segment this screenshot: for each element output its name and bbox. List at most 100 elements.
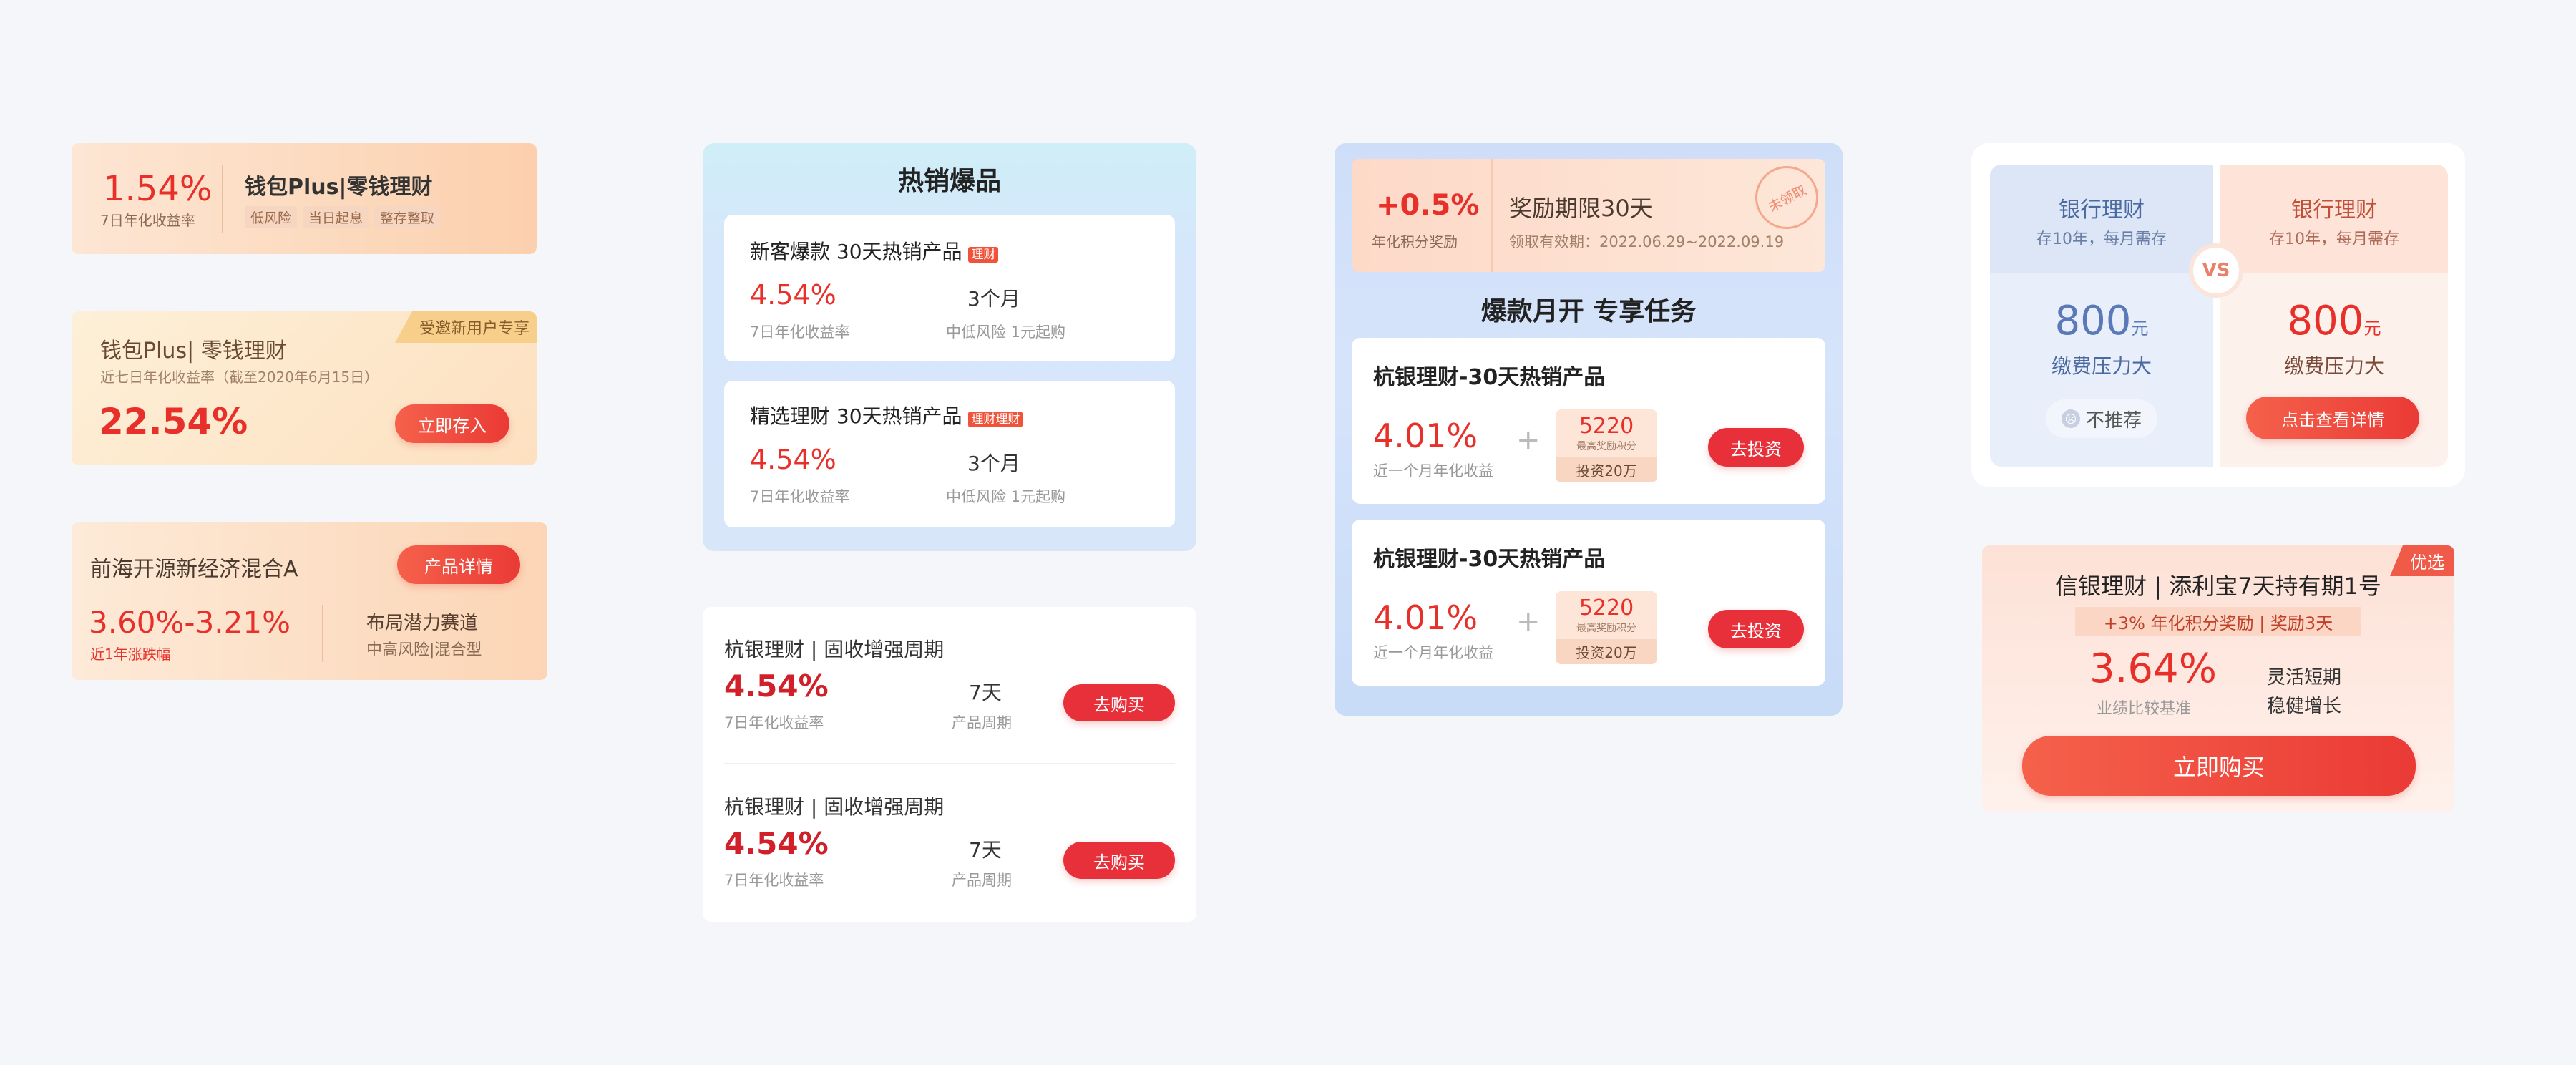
term-label: 产品周期	[952, 714, 1012, 731]
item-name: 杭银理财 | 固收增强周期	[724, 795, 945, 819]
term-label: 产品周期	[952, 872, 1012, 889]
points-value: 5220	[1579, 595, 1634, 621]
left-sub: 存10年，每月需存	[2036, 230, 2167, 248]
buy-now-button[interactable]: 立即购买	[2022, 736, 2416, 796]
rate-label: 7日年化收益率	[750, 324, 850, 341]
rate-label: 近1年涨跌幅	[90, 646, 171, 663]
compare-right[interactable]: 银行理财 存10年，每月需存 800元 缴费压力大 点击查看详情	[2220, 165, 2448, 467]
item-name: 杭银理财-30天热销产品	[1373, 547, 1606, 572]
term: 7天	[969, 838, 1002, 862]
item-name: 杭银理财 | 固收增强周期	[724, 638, 945, 661]
reward-banner[interactable]: +0.5% 年化积分奖励 奖励期限30天 领取有效期：2022.06.29~20…	[1352, 159, 1825, 272]
invest-amount: 投资20万	[1556, 457, 1657, 482]
view-detail-button[interactable]: 点击查看详情	[2246, 397, 2419, 439]
bonus-banner: +3% 年化积分奖励 | 奖励3天	[2075, 607, 2361, 636]
unclaimed-stamp: 未领取	[1744, 159, 1825, 240]
tag: 整存整取	[374, 206, 441, 228]
period: 奖励期限30天	[1509, 195, 1653, 222]
compare-card: 银行理财 存10年，每月需存 800元 缴费压力大 ☹ 不推荐 银行理财 存10年…	[1971, 143, 2465, 487]
tag-list: 低风险 当日起息 整存整取	[245, 206, 446, 228]
buy-button[interactable]: 去购买	[1063, 684, 1175, 721]
item-name: 杭银理财-30天热销产品	[1373, 365, 1606, 390]
bonus-label: 年化积分奖励	[1372, 233, 1458, 251]
wallet-card-promo[interactable]: 受邀新用户专享 钱包Plus| 零钱理财 近七日年化收益率（截至2020年6月1…	[72, 311, 537, 465]
hot-item[interactable]: 新客爆款 30天热销产品 理财 4.54% 7日年化收益率 3个月 中低风险 1…	[724, 215, 1175, 361]
wallet-card-small[interactable]: 1.54% 7日年化收益率 钱包Plus|零钱理财 低风险 当日起息 整存整取	[72, 143, 537, 254]
rate-range: 3.60%-3.21%	[89, 605, 291, 640]
divider	[322, 605, 323, 662]
invest-button[interactable]: 去投资	[1708, 428, 1804, 467]
term: 7天	[969, 681, 1002, 704]
rate-label: 7日年化收益率	[750, 488, 850, 505]
rate-value: 3.64%	[2089, 646, 2217, 692]
product-title: 信银理财 | 添利宝7天持有期1号	[2055, 573, 2381, 600]
term-label: 中低风险 1元起购	[946, 488, 1066, 505]
rate-value: 4.54%	[750, 279, 836, 311]
item-name: 新客爆款 30天热销产品 理财	[750, 236, 999, 265]
premium-card[interactable]: 优选 信银理财 | 添利宝7天持有期1号 +3% 年化积分奖励 | 奖励3天 3…	[1982, 545, 2454, 812]
valid-date: 领取有效期：2022.06.29~2022.09.19	[1509, 233, 1785, 251]
rate-value: 1.54%	[103, 169, 213, 209]
fund-title: 前海开源新经济混合A	[90, 557, 298, 582]
feature-2: 中高风险|混合型	[366, 641, 482, 659]
rate-value: 4.54%	[750, 444, 836, 475]
buy-button[interactable]: 去购买	[1063, 842, 1175, 879]
compare-left[interactable]: 银行理财 存10年，每月需存 800元 缴费压力大 ☹ 不推荐	[1990, 165, 2213, 467]
subtitle: 近七日年化收益率（截至2020年6月15日）	[100, 369, 379, 386]
hot-products-panel: 热销爆品 新客爆款 30天热销产品 理财 4.54% 7日年化收益率 3个月 中…	[703, 143, 1196, 551]
left-title: 银行理财	[2059, 198, 2145, 223]
panel-title: 热销爆品	[897, 167, 1001, 196]
feature-1: 布局潜力赛道	[366, 613, 479, 634]
fund-card[interactable]: 前海开源新经济混合A 产品详情 3.60%-3.21% 近1年涨跌幅 布局潜力赛…	[72, 522, 547, 680]
tag: 当日起息	[303, 206, 369, 228]
list-item[interactable]: 杭银理财 | 固收增强周期 4.54% 7日年化收益率 7天 产品周期 去购买	[703, 764, 1196, 922]
right-desc: 缴费压力大	[2283, 354, 2384, 378]
points-value: 5220	[1579, 414, 1634, 439]
term: 3个月	[967, 287, 1020, 311]
invest-amount: 投资20万	[1556, 639, 1657, 664]
hot-item[interactable]: 精选理财 30天热销产品 理财理财 4.54% 7日年化收益率 3个月 中低风险…	[724, 381, 1175, 527]
right-amount: 800元	[2287, 298, 2381, 344]
rate-value: 4.01%	[1373, 417, 1478, 455]
task-panel: +0.5% 年化积分奖励 奖励期限30天 领取有效期：2022.06.29~20…	[1335, 143, 1843, 716]
item-tag: 理财理财	[968, 411, 1023, 427]
points-label: 最高奖励积分	[1576, 441, 1636, 452]
feature-2: 稳健增长	[2267, 696, 2342, 717]
deposit-button[interactable]: 立即存入	[395, 404, 509, 443]
invest-button[interactable]: 去投资	[1708, 610, 1804, 648]
right-title: 银行理财	[2291, 198, 2377, 223]
tag: 低风险	[245, 206, 298, 228]
left-desc: 缴费压力大	[2051, 354, 2152, 378]
points-box: 5220 最高奖励积分 投资20万	[1556, 409, 1657, 482]
task-item[interactable]: 杭银理财-30天热销产品 4.01% 近一个月年化收益 + 5220 最高奖励积…	[1352, 520, 1825, 686]
points-box: 5220 最高奖励积分 投资20万	[1556, 591, 1657, 664]
product-title: 钱包Plus|零钱理财	[245, 175, 433, 200]
right-sub: 存10年，每月需存	[2269, 230, 2399, 248]
not-recommend-button[interactable]: ☹ 不推荐	[2046, 399, 2157, 438]
rate-label: 近一个月年化收益	[1373, 644, 1493, 661]
rate-label: 7日年化收益率	[724, 714, 824, 731]
panel-title: 爆款月开 专享任务	[1480, 297, 1697, 326]
sad-face-icon: ☹	[2061, 409, 2080, 428]
bonus-value: +0.5%	[1376, 189, 1480, 222]
rate-value: 4.54%	[724, 826, 829, 861]
left-amount: 800元	[2054, 298, 2149, 344]
product-detail-button[interactable]: 产品详情	[397, 545, 520, 584]
item-name: 精选理财 30天热销产品 理财理财	[750, 401, 1023, 429]
feature-1: 灵活短期	[2267, 667, 2342, 689]
list-item[interactable]: 杭银理财 | 固收增强周期 4.54% 7日年化收益率 7天 产品周期 去购买	[703, 607, 1196, 764]
new-user-badge: 受邀新用户专享	[394, 311, 537, 343]
rate-label: 业绩比较基准	[2097, 700, 2192, 718]
task-item[interactable]: 杭银理财-30天热销产品 4.01% 近一个月年化收益 + 5220 最高奖励积…	[1352, 338, 1825, 504]
item-tag: 理财	[968, 246, 999, 263]
plus-icon: +	[1516, 606, 1541, 638]
rate-value: 4.54%	[724, 668, 829, 704]
rate-label: 7日年化收益率	[100, 212, 195, 229]
term: 3个月	[967, 452, 1020, 475]
divider	[1491, 159, 1493, 272]
plus-icon: +	[1516, 424, 1541, 457]
term-label: 中低风险 1元起购	[946, 324, 1066, 341]
points-label: 最高奖励积分	[1576, 623, 1636, 634]
rate-label: 7日年化收益率	[724, 872, 824, 889]
rate-label: 近一个月年化收益	[1373, 462, 1493, 480]
